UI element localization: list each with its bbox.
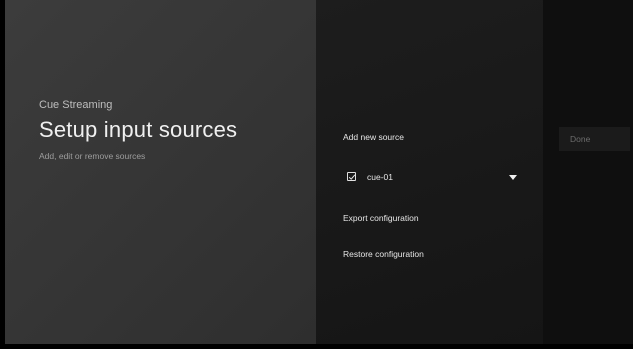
checkmark-icon xyxy=(348,174,356,180)
action-buttons-panel xyxy=(543,0,633,344)
add-new-source-item[interactable]: Add new source xyxy=(343,132,404,142)
source-item-cue-01[interactable]: cue-01 xyxy=(343,170,520,186)
guidance-panel xyxy=(5,0,316,344)
setup-screen: Cue Streaming Setup input sources Add, e… xyxy=(0,0,633,349)
checkbox-checked-icon[interactable] xyxy=(347,172,356,181)
restore-configuration-item[interactable]: Restore configuration xyxy=(343,249,424,259)
page-subtitle: Add, edit or remove sources xyxy=(39,151,146,161)
source-label: cue-01 xyxy=(367,172,393,182)
page-title: Setup input sources xyxy=(39,117,238,142)
done-button[interactable]: Done xyxy=(559,127,630,151)
export-configuration-item[interactable]: Export configuration xyxy=(343,213,419,223)
app-name: Cue Streaming xyxy=(39,99,113,111)
chevron-down-icon[interactable] xyxy=(509,175,517,180)
